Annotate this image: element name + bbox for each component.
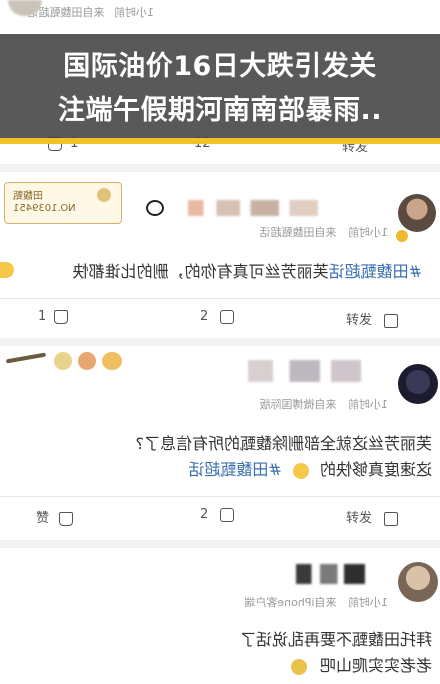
post-time: 1小时前 bbox=[114, 6, 154, 19]
repost-button[interactable]: 转发 bbox=[346, 309, 399, 328]
post-text-line: 芙丽芳丝可真有你的，删的比谁都快 bbox=[72, 262, 329, 281]
post-source: 来自iPhone客户端 bbox=[244, 596, 337, 609]
post-source: 来自微博国际版 bbox=[259, 398, 337, 411]
post-time: 1小时前 bbox=[348, 596, 388, 609]
topic-tag[interactable]: #田馥甄超话 bbox=[329, 262, 422, 281]
post-text-line: 芙丽芳丝这就全部删除馥甄的所有信息了? bbox=[135, 434, 433, 453]
repost-icon bbox=[384, 313, 399, 328]
post-time: 1小时前 bbox=[348, 226, 388, 239]
post-text: 老老实实爬山吧 bbox=[290, 652, 432, 676]
thumbs-up-icon bbox=[54, 309, 69, 324]
post-text-line: 拜托田馥甄不要再乱说话了 bbox=[239, 630, 432, 649]
post-meta: 1小时前 来自田馥甄超话 bbox=[28, 4, 155, 20]
like-label: 赞 bbox=[36, 511, 50, 526]
comment-count: 2 bbox=[200, 507, 209, 522]
comment-icon bbox=[220, 309, 235, 324]
news-headline-banner: 国际油价16日大跌引发关 注端午假期河南南部暴雨.. bbox=[0, 34, 440, 138]
topic-tag[interactable]: #田馥甄超话 bbox=[188, 460, 281, 479]
post-actions: 赞 2 转发 bbox=[0, 496, 440, 537]
thumbs-up-icon bbox=[59, 511, 74, 526]
post-source: 来自田馥甄超话 bbox=[259, 226, 337, 239]
repost-label: 转发 bbox=[346, 511, 373, 526]
post-time: 1小时前 bbox=[348, 398, 388, 411]
like-button[interactable]: 1 bbox=[38, 309, 69, 324]
emoji-icon bbox=[290, 658, 307, 675]
post-meta: 1小时前 来自微博国际版 bbox=[260, 396, 389, 412]
post-text-line: 这速度真够快的 bbox=[319, 460, 432, 479]
post-card-1: 田馥甄 NO.1039451 1小时前 来自田馥甄超话 #田馥甄超话芙丽芳丝可真… bbox=[0, 172, 440, 338]
post-text-line: 老老实实爬山吧 bbox=[319, 656, 432, 675]
headline-line-1: 国际油价16日大跌引发关 bbox=[63, 51, 377, 82]
comment-button[interactable]: 2 bbox=[200, 309, 235, 324]
repost-button[interactable]: 转发 bbox=[346, 507, 399, 526]
post-text: 这速度真够快的 #田馥甄超话 bbox=[188, 456, 432, 480]
post-actions: 1 2 转发 bbox=[0, 298, 440, 338]
post-card-3: 1小时前 来自iPhone客户端 拜托田馥甄不要再乱说话了 老老实实爬山吧 bbox=[0, 548, 440, 684]
post-card-2: 1小时前 来自微博国际版 芙丽芳丝这就全部删除馥甄的所有信息了? 这速度真够快的… bbox=[0, 346, 440, 540]
like-count: 1 bbox=[38, 309, 47, 324]
comment-icon bbox=[220, 507, 235, 522]
banner-accent-bar bbox=[0, 138, 440, 144]
like-button[interactable]: 赞 bbox=[36, 507, 74, 526]
emoji-icon bbox=[292, 462, 309, 479]
post-meta: 1小时前 来自田馥甄超话 bbox=[260, 224, 389, 240]
post-text: #田馥甄超话芙丽芳丝可真有你的，删的比谁都快 bbox=[73, 258, 422, 282]
post-meta: 1小时前 来自iPhone客户端 bbox=[244, 594, 388, 610]
comment-count: 2 bbox=[200, 309, 209, 324]
headline-line-2: 注端午假期河南南部暴雨.. bbox=[57, 95, 382, 126]
comment-button[interactable]: 2 bbox=[200, 507, 235, 522]
repost-label: 转发 bbox=[346, 313, 373, 328]
repost-icon bbox=[384, 511, 399, 526]
